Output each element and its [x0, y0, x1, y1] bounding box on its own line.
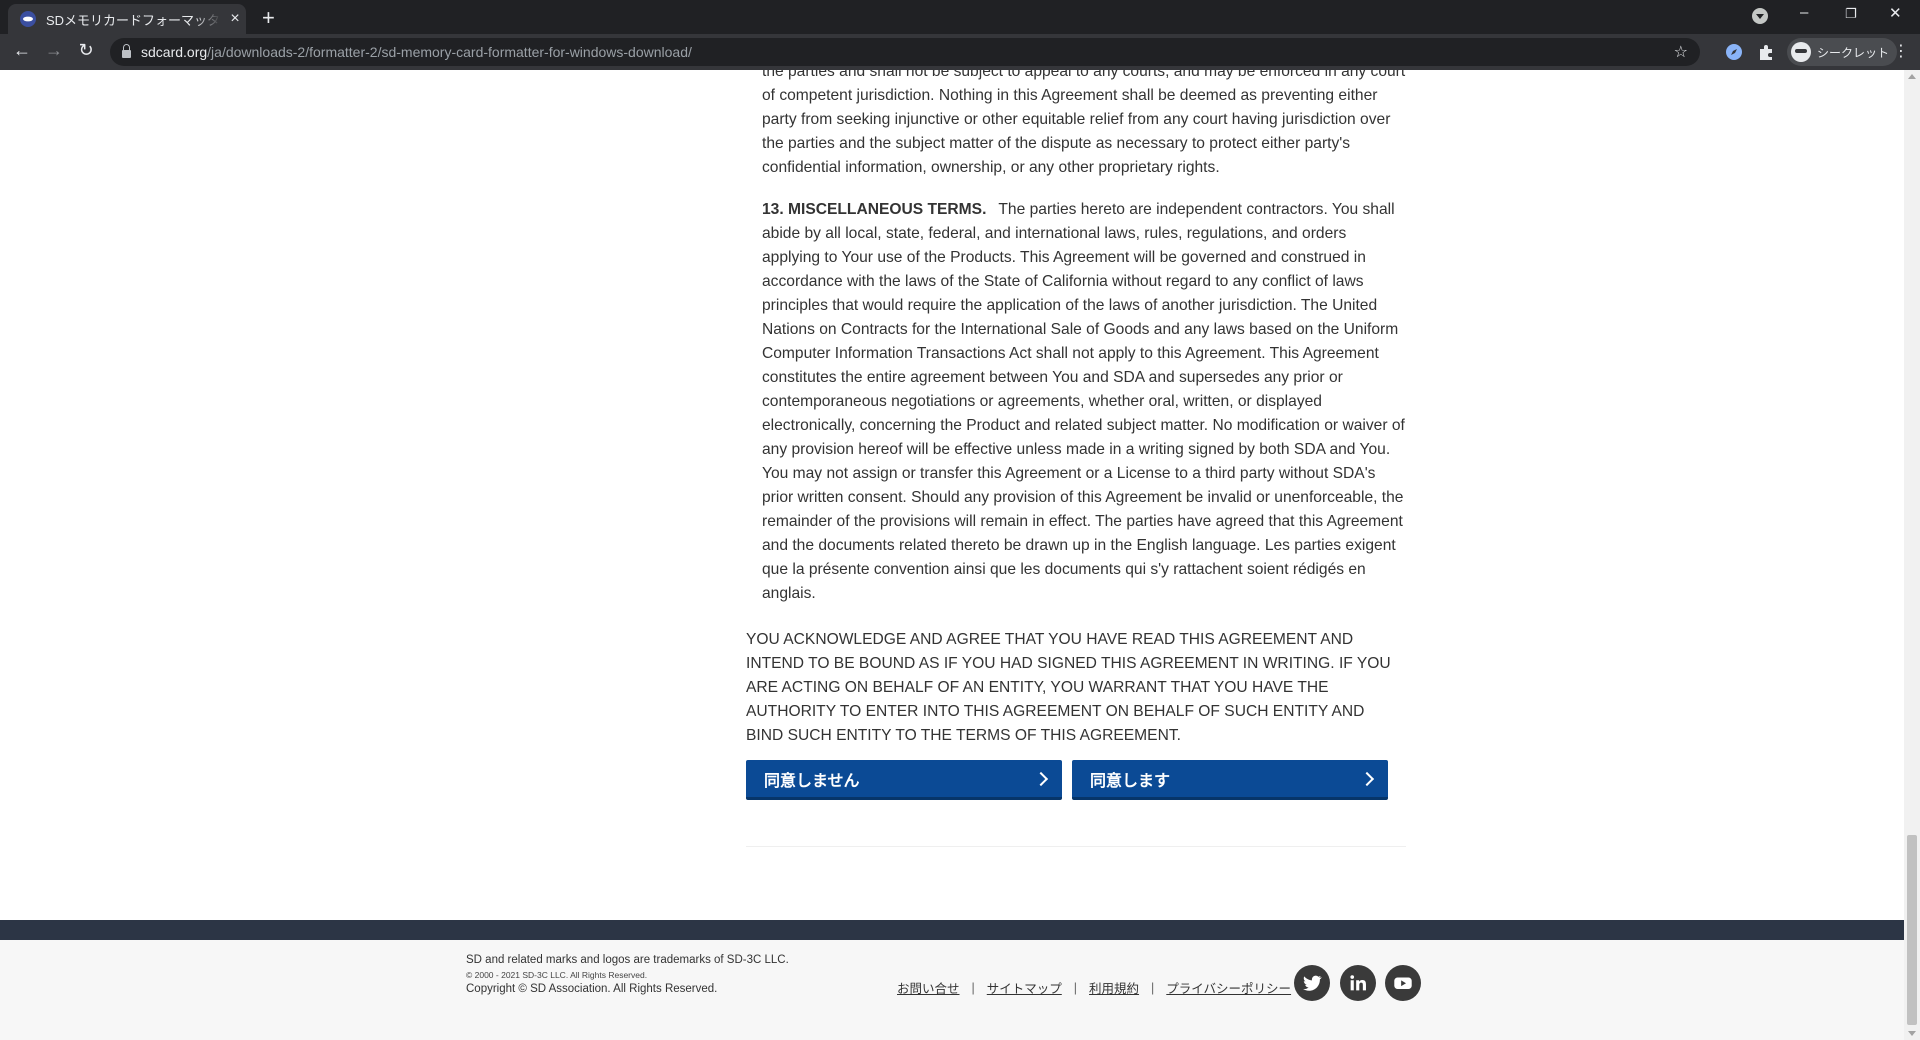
scroll-thumb[interactable]: [1907, 835, 1917, 1025]
agreement-paragraph-13: 13. MISCELLANEOUS TERMS. The parties here…: [762, 198, 1406, 606]
page-viewport: the parties and shall not be subject to …: [0, 70, 1904, 1040]
incognito-profile-button[interactable]: シークレット: [1787, 38, 1898, 66]
footer-legal: SD and related marks and logos are trade…: [466, 954, 789, 995]
footer-band: [0, 920, 1904, 940]
new-tab-icon[interactable]: +: [262, 5, 275, 31]
footer-link-contact[interactable]: お問い合せ: [897, 978, 960, 997]
footer-link-sitemap[interactable]: サイトマップ: [987, 978, 1062, 997]
tab-title: SDメモリカードフォーマッター Windows: [46, 12, 221, 28]
decline-button[interactable]: 同意しません: [746, 760, 1062, 800]
link-separator: |: [1151, 980, 1155, 995]
small-copyright-text: © 2000 - 2021 SD-3C LLC. All Rights Rese…: [466, 970, 648, 980]
accept-button[interactable]: 同意します: [1072, 760, 1388, 800]
acknowledgement-text: YOU ACKNOWLEDGE AND AGREE THAT YOU HAVE …: [746, 631, 1391, 744]
twitter-icon[interactable]: [1294, 965, 1330, 1001]
scroll-down-icon[interactable]: [1908, 1031, 1916, 1036]
footer-link-terms[interactable]: 利用規約: [1089, 978, 1139, 997]
agreement-buttons: 同意しません 同意します: [746, 760, 1406, 800]
lock-icon: [122, 44, 131, 58]
tab-search-icon[interactable]: [1752, 8, 1768, 24]
trademark-text: SD and related marks and logos are trade…: [466, 954, 789, 966]
agreement-paragraph-12: the parties and shall not be subject to …: [762, 70, 1406, 176]
chevron-right-icon: [1359, 771, 1375, 786]
link-separator: |: [1073, 980, 1078, 995]
restore-icon[interactable]: ❐: [1845, 6, 1857, 22]
reload-icon[interactable]: ↻: [74, 40, 98, 61]
browser-menu-icon[interactable]: ⋮: [1893, 41, 1909, 61]
extension-compass-icon[interactable]: [1725, 43, 1743, 61]
tab-close-icon[interactable]: ×: [227, 10, 243, 28]
accept-label: 同意します: [1090, 772, 1171, 790]
copyright-text: Copyright © SD Association. All Rights R…: [466, 983, 718, 995]
forward-icon[interactable]: →: [42, 40, 66, 61]
extensions-puzzle-icon[interactable]: [1757, 43, 1775, 61]
minimize-icon[interactable]: –: [1800, 4, 1808, 21]
browser-tab[interactable]: SDメモリカードフォーマッター Windows ×: [8, 4, 246, 34]
linkedin-icon[interactable]: [1340, 965, 1376, 1001]
address-bar[interactable]: sdcard.org/ja/downloads-2/formatter-2/sd…: [110, 38, 1700, 66]
chevron-right-icon: [1033, 771, 1049, 786]
sd-favicon-icon: [20, 11, 36, 27]
profile-label: シークレット: [1817, 45, 1890, 60]
bookmark-star-icon[interactable]: ☆: [1674, 42, 1688, 62]
back-icon[interactable]: ←: [10, 40, 34, 61]
window-close-icon[interactable]: ✕: [1889, 4, 1902, 22]
incognito-icon: [1791, 42, 1811, 62]
content-divider: [746, 846, 1406, 847]
youtube-icon[interactable]: [1385, 965, 1421, 1001]
footer-links: お問い合せ | サイトマップ | 利用規約 | プライバシーポリシー: [897, 978, 1291, 997]
browser-toolbar: ← → ↻ sdcard.org/ja/downloads-2/formatte…: [0, 34, 1920, 70]
url-text: sdcard.org/ja/downloads-2/formatter-2/sd…: [141, 44, 692, 60]
decline-label: 同意しません: [764, 772, 860, 790]
paragraph-body: The parties hereto are independent contr…: [762, 201, 1405, 602]
scroll-up-icon[interactable]: [1908, 74, 1916, 79]
paragraph-heading: 13. MISCELLANEOUS TERMS.: [762, 201, 987, 218]
link-separator: |: [971, 980, 975, 995]
footer-link-privacy[interactable]: プライバシーポリシー: [1166, 978, 1291, 997]
browser-tab-strip: SDメモリカードフォーマッター Windows × + – ❐ ✕: [0, 0, 1920, 34]
agreement-content: the parties and shall not be subject to …: [746, 70, 1406, 847]
site-footer: SD and related marks and logos are trade…: [0, 940, 1904, 1040]
page-scrollbar[interactable]: [1904, 70, 1920, 1040]
